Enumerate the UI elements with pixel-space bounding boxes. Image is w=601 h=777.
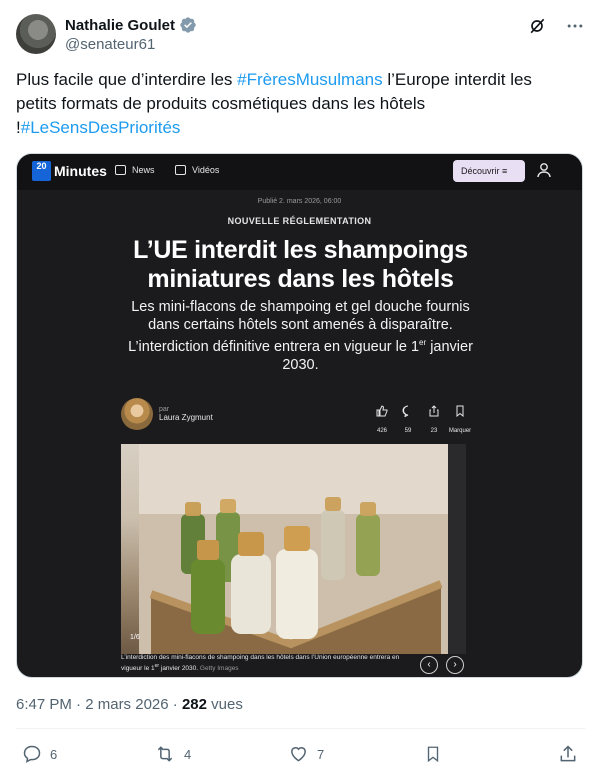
share-icon	[429, 405, 439, 417]
photo-caption: L’interdiction des mini-flacons de shamp…	[121, 654, 421, 673]
verified-badge-icon	[180, 17, 196, 33]
article-like-count: 426	[376, 428, 387, 434]
hashtag-link[interactable]: #FrèresMusulmans	[237, 70, 383, 89]
article-kicker: NOUVELLE RÉGLEMENTATION	[227, 216, 372, 226]
tweet-action-bar: 6 4 7	[16, 744, 585, 770]
photo-side-right	[448, 444, 466, 654]
site-logo-box: 20	[32, 161, 51, 181]
discover-button: Découvrir ≡	[453, 160, 525, 182]
tweet-header: Nathalie Goulet @senateur61	[16, 14, 585, 58]
menu-icon: ≡	[502, 166, 508, 176]
repost-icon	[157, 746, 173, 762]
more-options-icon[interactable]	[565, 16, 585, 36]
bookmark-icon	[456, 405, 464, 418]
comment-icon	[402, 405, 409, 418]
views-label: vues	[206, 696, 243, 713]
tweet-time[interactable]: 6:47 PM	[16, 696, 72, 713]
published-date: Publié 2. mars 2026, 06:00	[257, 198, 342, 205]
article-author: par Laura Zygmunt	[121, 398, 213, 430]
site-logo-text: Minutes	[54, 163, 107, 179]
views-count: 282	[181, 696, 207, 713]
bookmark-button[interactable]	[424, 744, 442, 764]
nav-news-label: News	[132, 165, 155, 175]
repost-button[interactable]: 4	[154, 744, 191, 764]
reply-button[interactable]: 6	[22, 744, 57, 764]
hashtag-link[interactable]: #LeSensDesPriorités	[21, 118, 181, 137]
author-name[interactable]: Nathalie Goulet	[65, 17, 175, 34]
tweet-meta: 6:47 PM · 2 mars 2026 · 282 vues	[16, 696, 243, 713]
author-name-row: Nathalie Goulet	[65, 16, 197, 34]
discover-label: Découvrir	[461, 166, 500, 176]
article-share: 23	[421, 404, 447, 434]
article-bookmark-label: Marquer	[448, 428, 472, 434]
caption-text: janvier 2030.	[159, 665, 200, 673]
article-author-name: Laura Zygmunt	[159, 413, 213, 422]
next-arrow-icon: ›	[446, 656, 464, 674]
caption-credit: Getty Images	[199, 665, 239, 673]
article-chapo: Les mini-flacons de shampoing et gel dou…	[117, 298, 484, 374]
reply-count: 6	[50, 746, 58, 762]
share-icon	[560, 745, 576, 762]
article-share-count: 23	[430, 428, 438, 434]
grok-icon[interactable]	[527, 16, 547, 36]
user-icon	[537, 163, 551, 178]
heart-icon	[291, 747, 306, 762]
author-handle[interactable]: @senateur61	[65, 36, 155, 53]
tweet-date[interactable]: 2 mars 2026	[85, 696, 168, 713]
author-photo	[121, 398, 153, 430]
article-bookmark: Marquer	[447, 404, 473, 434]
tweet-text-part: Plus facile que d’interdire les	[16, 70, 238, 89]
header-icons	[527, 16, 585, 36]
author-prefix: par	[159, 406, 170, 413]
article-actions: 426 59 23 Marquer	[369, 404, 473, 434]
thumbs-up-icon	[376, 405, 388, 417]
article-headline: L’UE interdit les shampoings miniatures …	[133, 236, 468, 293]
article-comment-count: 59	[404, 428, 412, 434]
bookmark-icon	[427, 746, 439, 763]
news-icon	[115, 165, 126, 175]
author-avatar[interactable]	[16, 14, 56, 54]
nav-videos: Vidéos	[175, 165, 219, 175]
tweet-media-image[interactable]: 20 Minutes News Vidéos Découvrir ≡ Publi…	[16, 153, 583, 678]
article-photo: 1/6	[121, 444, 466, 654]
nav-videos-label: Vidéos	[192, 165, 220, 175]
meta-sep: ·	[168, 696, 182, 713]
reply-icon	[23, 745, 41, 763]
repost-count: 4	[184, 746, 192, 762]
like-button[interactable]: 7	[288, 744, 324, 764]
article-comment: 59	[395, 404, 421, 434]
prev-arrow-icon: ‹	[420, 656, 438, 674]
article-like: 426	[369, 404, 395, 434]
like-count: 7	[317, 746, 325, 762]
bottles-illustration	[139, 444, 449, 654]
share-button[interactable]	[558, 744, 578, 764]
site-logo: 20 Minutes	[32, 161, 107, 181]
photo-counter: 1/6	[130, 634, 140, 641]
nav-news: News	[115, 165, 155, 175]
divider	[16, 728, 585, 729]
meta-sep: ·	[71, 696, 86, 713]
video-icon	[175, 165, 186, 175]
tweet-text: Plus facile que d’interdire les #FrèresM…	[16, 68, 576, 140]
site-navbar: 20 Minutes News Vidéos Découvrir ≡	[17, 154, 582, 190]
